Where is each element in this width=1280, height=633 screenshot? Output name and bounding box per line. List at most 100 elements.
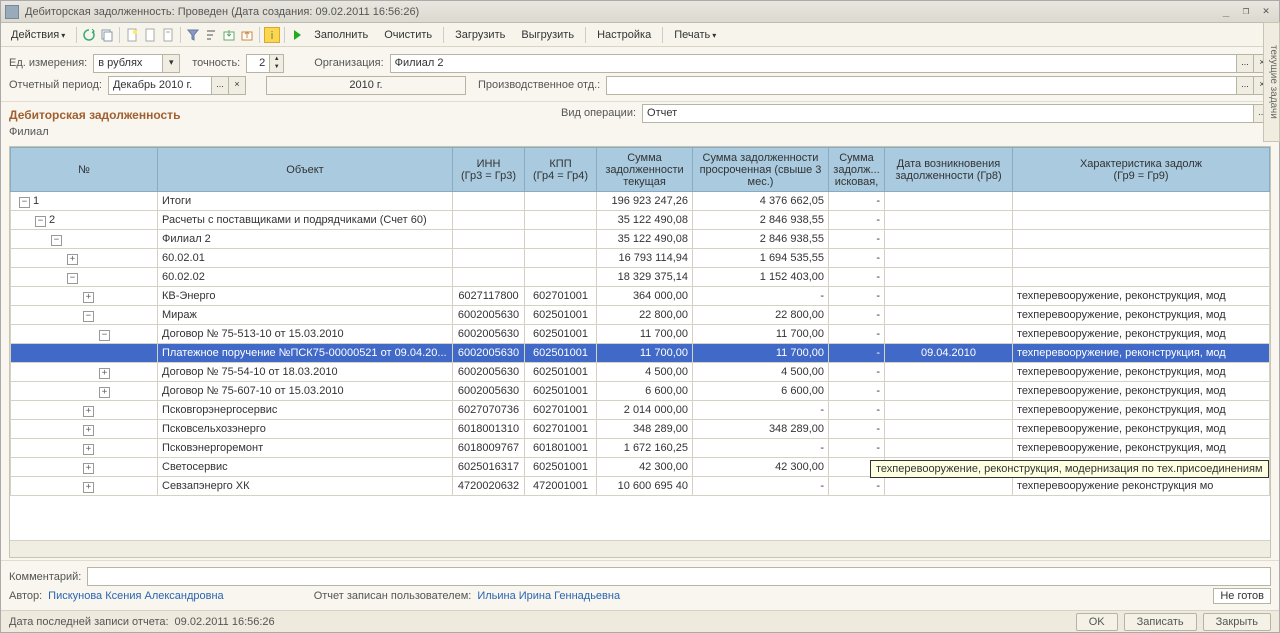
table-row[interactable]: +Псковгорэнергосервис6027070736602701001… bbox=[11, 401, 1270, 420]
section-title: Дебиторская задолженность bbox=[1, 102, 561, 124]
expand-icon[interactable]: + bbox=[83, 425, 94, 436]
save-button[interactable]: Записать bbox=[1124, 613, 1197, 631]
dept-input[interactable] bbox=[606, 76, 1237, 95]
app-icon bbox=[5, 5, 19, 19]
table-row[interactable]: −60.02.0218 329 375,141 152 403,00- bbox=[11, 268, 1270, 287]
table-row[interactable]: +Псковэнергоремонт60180097676018010011 6… bbox=[11, 439, 1270, 458]
table-row[interactable]: −1Итоги196 923 247,264 376 662,05- bbox=[11, 192, 1270, 211]
expand-icon[interactable]: − bbox=[99, 330, 110, 341]
titlebar: Дебиторская задолженность: Проведен (Дат… bbox=[1, 1, 1279, 23]
status-date-value: 09.02.2011 16:56:26 bbox=[175, 616, 275, 628]
col-num[interactable]: № bbox=[11, 148, 158, 192]
saved-link[interactable]: Ильина Ирина Геннадьевна bbox=[477, 590, 620, 602]
col-inn[interactable]: ИНН (Гр3 = Гр3) bbox=[453, 148, 525, 192]
period-select-icon[interactable]: ... bbox=[211, 76, 229, 95]
load-button[interactable]: Загрузить bbox=[448, 26, 512, 44]
help-icon[interactable]: i bbox=[264, 27, 280, 43]
maximize-icon[interactable]: ❐ bbox=[1237, 5, 1255, 19]
copy-icon[interactable] bbox=[99, 27, 115, 43]
col-kpp[interactable]: КПП (Гр4 = Гр4) bbox=[525, 148, 597, 192]
year-display bbox=[266, 76, 466, 95]
table-row[interactable]: −2Расчеты с поставщиками и подрядчиками … bbox=[11, 211, 1270, 230]
unit-dropdown-icon[interactable]: ▾ bbox=[162, 54, 180, 73]
unit-label: Ед. измерения: bbox=[9, 57, 87, 69]
close-button[interactable]: Закрыть bbox=[1203, 613, 1271, 631]
org-select-icon[interactable]: ... bbox=[1236, 54, 1254, 73]
expand-icon[interactable]: − bbox=[67, 273, 78, 284]
precision-input[interactable] bbox=[246, 54, 270, 73]
author-label: Автор: bbox=[9, 590, 42, 602]
filial-label: Филиал bbox=[1, 124, 1279, 144]
refresh-icon[interactable] bbox=[81, 27, 97, 43]
print-menu[interactable]: Печать▾ bbox=[667, 26, 723, 44]
unload-button[interactable]: Выгрузить bbox=[514, 26, 581, 44]
comment-input[interactable] bbox=[87, 567, 1271, 586]
precision-label: точность: bbox=[192, 57, 240, 69]
table-row[interactable]: +КВ-Энерго6027117800602701001364 000,00-… bbox=[11, 287, 1270, 306]
period-clear-icon[interactable]: × bbox=[228, 76, 246, 95]
expand-icon[interactable]: − bbox=[35, 216, 46, 227]
period-input[interactable] bbox=[108, 76, 212, 95]
expand-icon[interactable]: + bbox=[83, 482, 94, 493]
col-date[interactable]: Дата возникновения задолженности (Гр8) bbox=[885, 148, 1013, 192]
filter-panel: Ед. измерения: ▾ точность: ▲▼ Организаци… bbox=[1, 47, 1279, 102]
org-label: Организация: bbox=[314, 57, 383, 69]
settings-button[interactable]: Настройка bbox=[590, 26, 658, 44]
close-icon[interactable]: ✕ bbox=[1257, 5, 1275, 19]
col-sum-over[interactable]: Сумма задолженности просроченная (свыше … bbox=[693, 148, 829, 192]
table-row[interactable]: +Севзапэнерго ХК472002063247200100110 60… bbox=[11, 477, 1270, 496]
side-tab-tasks[interactable]: текущие задачи bbox=[1263, 22, 1280, 142]
expand-icon[interactable]: + bbox=[83, 444, 94, 455]
expand-icon[interactable]: + bbox=[83, 406, 94, 417]
doc2-icon[interactable] bbox=[160, 27, 176, 43]
author-link[interactable]: Пискунова Ксения Александровна bbox=[48, 590, 224, 602]
actions-menu[interactable]: Действия▾ bbox=[4, 26, 72, 44]
minimize-icon[interactable]: _ bbox=[1217, 5, 1235, 19]
table-row[interactable]: −Филиал 235 122 490,082 846 938,55- bbox=[11, 230, 1270, 249]
import-icon[interactable] bbox=[239, 27, 255, 43]
sort-icon[interactable] bbox=[203, 27, 219, 43]
fill-button[interactable]: Заполнить bbox=[307, 26, 375, 44]
play-icon[interactable] bbox=[289, 27, 305, 43]
expand-icon[interactable]: + bbox=[83, 463, 94, 474]
col-sum-cur[interactable]: Сумма задолженности текущая bbox=[597, 148, 693, 192]
table-row[interactable]: +60.02.0116 793 114,941 694 535,55- bbox=[11, 249, 1270, 268]
dept-label: Производственное отд.: bbox=[478, 79, 600, 91]
horizontal-scrollbar[interactable] bbox=[10, 540, 1270, 557]
precision-spinner[interactable]: ▲▼ bbox=[270, 54, 284, 73]
col-obj[interactable]: Объект bbox=[158, 148, 453, 192]
export-icon[interactable] bbox=[221, 27, 237, 43]
new-doc-icon[interactable] bbox=[124, 27, 140, 43]
expand-icon[interactable]: − bbox=[19, 197, 30, 208]
status-badge: Не готов bbox=[1213, 588, 1271, 604]
clear-button[interactable]: Очистить bbox=[377, 26, 439, 44]
col-sum-isk[interactable]: Сумма задолж... исковая, bbox=[829, 148, 885, 192]
table-row[interactable]: −Мираж600200563060250100122 800,0022 800… bbox=[11, 306, 1270, 325]
optype-input[interactable] bbox=[642, 104, 1254, 123]
table-row[interactable]: +Договор № 75-54-10 от 18.03.20106002005… bbox=[11, 363, 1270, 382]
tooltip: техперевооружение, реконструкция, модерн… bbox=[870, 460, 1269, 478]
expand-icon[interactable]: − bbox=[51, 235, 62, 246]
dept-select-icon[interactable]: ... bbox=[1236, 76, 1254, 95]
saved-label: Отчет записан пользователем: bbox=[314, 590, 472, 602]
table-row[interactable]: −Договор № 75-513-10 от 15.03.2010600200… bbox=[11, 325, 1270, 344]
table-row[interactable]: +Псковсельхозэнерго601800131060270100134… bbox=[11, 420, 1270, 439]
expand-icon[interactable]: + bbox=[83, 292, 94, 303]
table-row[interactable]: Платежное поручение №ПСК75-00000521 от 0… bbox=[11, 344, 1270, 363]
data-grid[interactable]: № Объект ИНН (Гр3 = Гр3) КПП (Гр4 = Гр4)… bbox=[9, 146, 1271, 558]
expand-icon[interactable]: + bbox=[67, 254, 78, 265]
expand-icon[interactable]: − bbox=[83, 311, 94, 322]
ok-button[interactable]: OK bbox=[1076, 613, 1118, 631]
filter-icon[interactable] bbox=[185, 27, 201, 43]
unit-input[interactable] bbox=[93, 54, 163, 73]
table-row[interactable]: +Договор № 75-607-10 от 15.03.2010600200… bbox=[11, 382, 1270, 401]
window-title: Дебиторская задолженность: Проведен (Дат… bbox=[25, 6, 1215, 18]
doc-icon[interactable] bbox=[142, 27, 158, 43]
bottom-panel: Комментарий: Автор: Пискунова Ксения Але… bbox=[1, 560, 1279, 610]
expand-icon[interactable]: + bbox=[99, 368, 110, 379]
svg-text:i: i bbox=[271, 30, 274, 42]
col-char[interactable]: Характеристика задолж (Гр9 = Гр9) bbox=[1013, 148, 1270, 192]
org-input[interactable] bbox=[390, 54, 1237, 73]
period-label: Отчетный период: bbox=[9, 79, 102, 91]
expand-icon[interactable]: + bbox=[99, 387, 110, 398]
